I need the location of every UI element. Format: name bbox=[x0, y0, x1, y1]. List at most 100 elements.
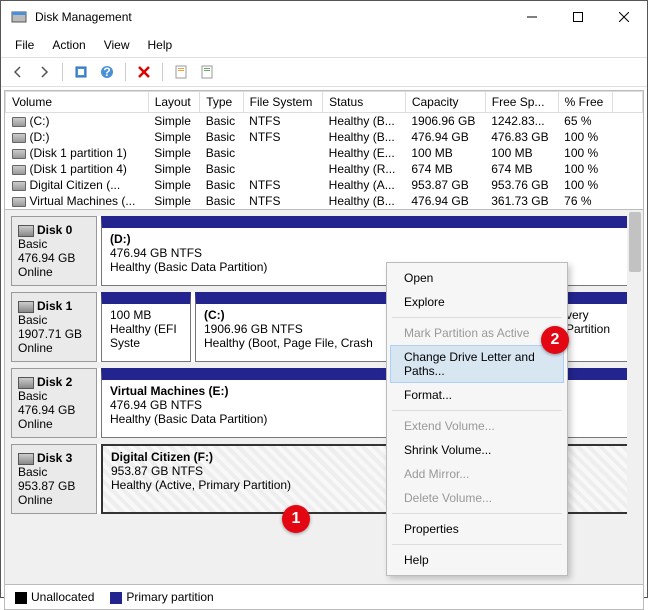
ctx-separator bbox=[392, 410, 562, 411]
partition-status: very Partition bbox=[566, 308, 628, 336]
cell-capacity: 100 MB bbox=[405, 145, 485, 161]
disk-name: Disk 2 bbox=[37, 375, 72, 389]
ctx-mirror: Add Mirror... bbox=[390, 462, 564, 486]
disk-label[interactable]: Disk 1Basic1907.71 GBOnline bbox=[11, 292, 97, 362]
cell-status: Healthy (B... bbox=[323, 113, 406, 130]
help-button[interactable]: ? bbox=[96, 61, 118, 83]
drive-icon bbox=[12, 149, 26, 159]
volume-name: (Disk 1 partition 1) bbox=[30, 146, 127, 160]
disk-state: Online bbox=[18, 417, 90, 431]
back-button[interactable] bbox=[7, 61, 29, 83]
scrollbar-thumb[interactable] bbox=[629, 212, 641, 272]
disk-type: Basic bbox=[18, 465, 90, 479]
col-freesp[interactable]: Free Sp... bbox=[485, 92, 558, 113]
cell-capacity: 674 MB bbox=[405, 161, 485, 177]
disk-size: 476.94 GB bbox=[18, 403, 90, 417]
ctx-separator bbox=[392, 317, 562, 318]
refresh-button[interactable] bbox=[70, 61, 92, 83]
ctx-shrink[interactable]: Shrink Volume... bbox=[390, 438, 564, 462]
ctx-delete: Delete Volume... bbox=[390, 486, 564, 510]
table-row[interactable]: Virtual Machines (...SimpleBasicNTFSHeal… bbox=[6, 193, 643, 209]
disk-type: Basic bbox=[18, 389, 90, 403]
cell-type: Basic bbox=[200, 113, 243, 130]
properties-button[interactable] bbox=[170, 61, 192, 83]
disk-type: Basic bbox=[18, 313, 90, 327]
forward-button[interactable] bbox=[33, 61, 55, 83]
disk-name: Disk 0 bbox=[37, 223, 72, 237]
col-volume[interactable]: Volume bbox=[6, 92, 149, 113]
table-row[interactable]: (Disk 1 partition 4)SimpleBasicHealthy (… bbox=[6, 161, 643, 177]
cell-pct: 65 % bbox=[558, 113, 612, 130]
cell-capacity: 1906.96 GB bbox=[405, 113, 485, 130]
table-row[interactable]: (C:)SimpleBasicNTFSHealthy (B...1906.96 … bbox=[6, 113, 643, 130]
ctx-help[interactable]: Help bbox=[390, 548, 564, 572]
ctx-extend: Extend Volume... bbox=[390, 414, 564, 438]
disk-icon bbox=[18, 377, 34, 389]
ctx-properties[interactable]: Properties bbox=[390, 517, 564, 541]
separator bbox=[162, 63, 163, 81]
action-button[interactable] bbox=[196, 61, 218, 83]
cell-type: Basic bbox=[200, 145, 243, 161]
ctx-explore[interactable]: Explore bbox=[390, 290, 564, 314]
col-status[interactable]: Status bbox=[323, 92, 406, 113]
legend: Unallocated Primary partition bbox=[5, 584, 643, 609]
maximize-button[interactable] bbox=[555, 1, 601, 33]
menu-help[interactable]: Help bbox=[140, 35, 181, 55]
disk-state: Online bbox=[18, 341, 90, 355]
table-row[interactable]: (D:)SimpleBasicNTFSHealthy (B...476.94 G… bbox=[6, 129, 643, 145]
disk-size: 953.87 GB bbox=[18, 479, 90, 493]
col-layout[interactable]: Layout bbox=[148, 92, 200, 113]
cell-pct: 100 % bbox=[558, 129, 612, 145]
cell-status: Healthy (A... bbox=[323, 177, 406, 193]
disk-label[interactable]: Disk 2Basic476.94 GBOnline bbox=[11, 368, 97, 438]
table-row[interactable]: Digital Citizen (...SimpleBasicNTFSHealt… bbox=[6, 177, 643, 193]
cell-pct: 100 % bbox=[558, 161, 612, 177]
col-pctfree[interactable]: % Free bbox=[558, 92, 612, 113]
table-row[interactable]: (Disk 1 partition 1)SimpleBasicHealthy (… bbox=[6, 145, 643, 161]
disk-name: Disk 3 bbox=[37, 451, 72, 465]
cell-pct: 76 % bbox=[558, 193, 612, 209]
cell-status: Healthy (B... bbox=[323, 193, 406, 209]
partition-status: Healthy (EFI Syste bbox=[110, 322, 182, 350]
col-capacity[interactable]: Capacity bbox=[405, 92, 485, 113]
partition[interactable]: 100 MBHealthy (EFI Syste bbox=[101, 292, 191, 362]
cell-capacity: 953.87 GB bbox=[405, 177, 485, 193]
menu-view[interactable]: View bbox=[96, 35, 138, 55]
cell-type: Basic bbox=[200, 193, 243, 209]
cell-pct: 100 % bbox=[558, 177, 612, 193]
col-fs[interactable]: File System bbox=[243, 92, 323, 113]
cell-capacity: 476.94 GB bbox=[405, 129, 485, 145]
cell-status: Healthy (E... bbox=[323, 145, 406, 161]
cell-type: Basic bbox=[200, 161, 243, 177]
menu-file[interactable]: File bbox=[7, 35, 42, 55]
cell-capacity: 476.94 GB bbox=[405, 193, 485, 209]
cell-layout: Simple bbox=[148, 161, 200, 177]
partition[interactable]: very Partition bbox=[557, 292, 637, 362]
badge-2: 2 bbox=[541, 326, 569, 354]
partition-size: 100 MB bbox=[110, 308, 182, 322]
separator bbox=[62, 63, 63, 81]
cell-free: 100 MB bbox=[485, 145, 558, 161]
cell-layout: Simple bbox=[148, 193, 200, 209]
drive-icon bbox=[12, 117, 26, 127]
minimize-button[interactable] bbox=[509, 1, 555, 33]
disk-label[interactable]: Disk 0Basic476.94 GBOnline bbox=[11, 216, 97, 286]
close-button[interactable] bbox=[601, 1, 647, 33]
cell-pct: 100 % bbox=[558, 145, 612, 161]
vertical-scrollbar[interactable] bbox=[627, 210, 643, 584]
drive-icon bbox=[12, 197, 26, 207]
menu-action[interactable]: Action bbox=[44, 35, 93, 55]
disk-state: Online bbox=[18, 265, 90, 279]
volume-name: Virtual Machines (... bbox=[30, 194, 136, 208]
ctx-change-letter[interactable]: Change Drive Letter and Paths... bbox=[390, 345, 564, 383]
delete-button[interactable] bbox=[133, 61, 155, 83]
disk-size: 476.94 GB bbox=[18, 251, 90, 265]
title-bar: Disk Management bbox=[1, 1, 647, 33]
col-type[interactable]: Type bbox=[200, 92, 243, 113]
svg-text:?: ? bbox=[103, 65, 110, 79]
ctx-format[interactable]: Format... bbox=[390, 383, 564, 407]
ctx-open[interactable]: Open bbox=[390, 266, 564, 290]
cell-fs: NTFS bbox=[243, 113, 323, 130]
cell-fs bbox=[243, 145, 323, 161]
disk-label[interactable]: Disk 3Basic953.87 GBOnline bbox=[11, 444, 97, 514]
